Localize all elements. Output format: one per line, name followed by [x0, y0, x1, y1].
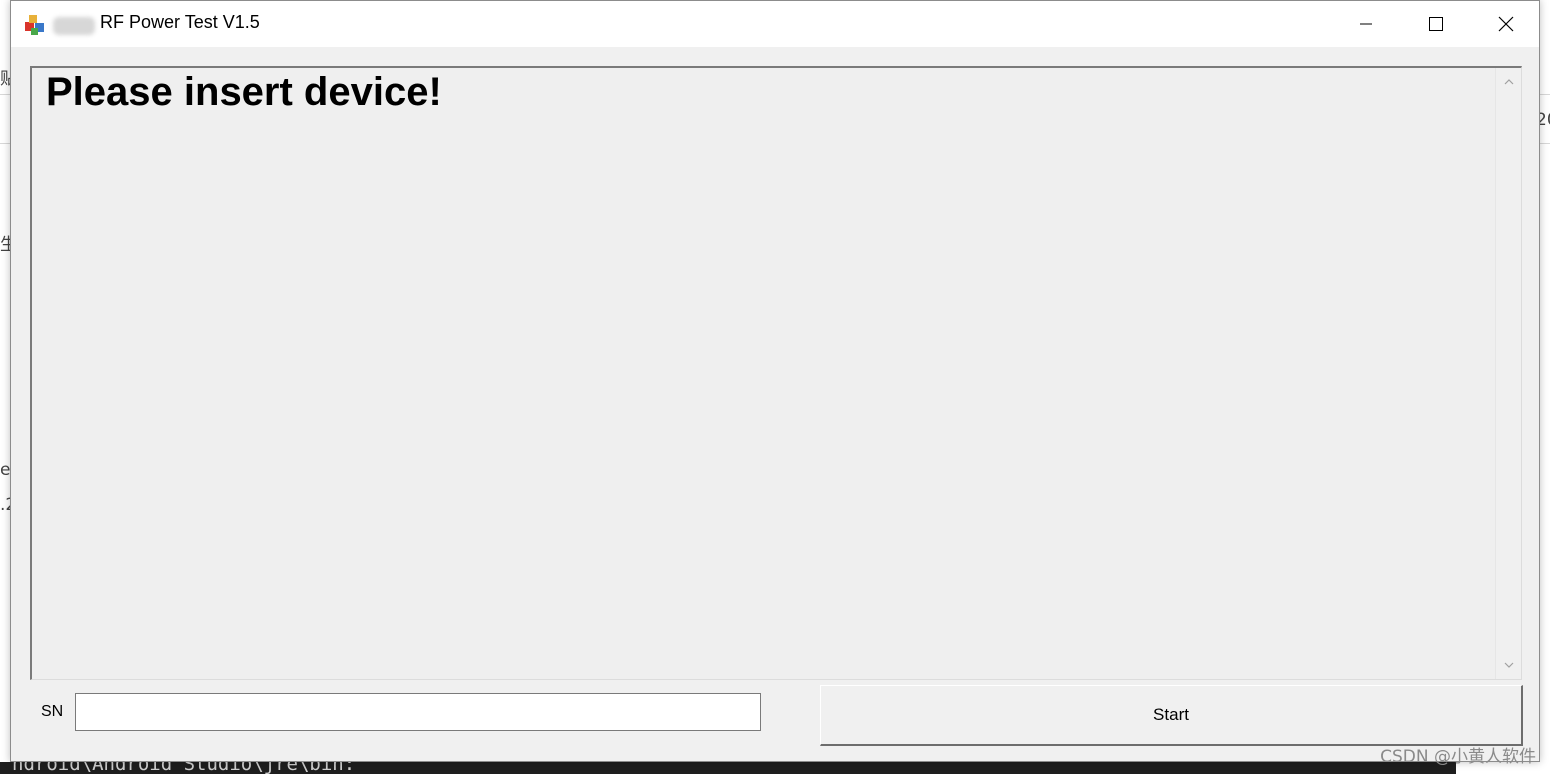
background-divider	[0, 143, 10, 144]
background-console: ndroid\Android Studio\jre\bin:	[0, 762, 1456, 774]
watermark: CSDN @小黄人软件	[1380, 747, 1536, 767]
status-message: Please insert device!	[46, 70, 442, 114]
vertical-scrollbar[interactable]	[1495, 68, 1521, 679]
close-icon	[1498, 16, 1514, 32]
minimize-icon	[1360, 23, 1372, 25]
title-bar[interactable]: RF Power Test V1.5	[11, 1, 1539, 47]
window-title: RF Power Test V1.5	[100, 12, 260, 32]
app-icon	[25, 15, 44, 35]
close-button[interactable]	[1471, 1, 1541, 47]
maximize-button[interactable]	[1401, 1, 1471, 47]
background-divider	[1540, 94, 1550, 95]
app-window: RF Power Test V1.5 Please insert device!	[10, 0, 1540, 762]
log-output-area[interactable]: Please insert device!	[30, 66, 1522, 680]
scroll-up-icon[interactable]	[1503, 76, 1515, 88]
maximize-icon	[1429, 17, 1443, 31]
scroll-down-icon[interactable]	[1503, 659, 1515, 671]
sn-input[interactable]	[75, 693, 761, 731]
redacted-title-prefix	[53, 17, 95, 35]
background-divider	[1540, 143, 1550, 144]
sn-label: SN	[41, 703, 64, 720]
background-fragment: e	[0, 460, 11, 480]
console-text: ndroid\Android Studio\jre\bin:	[12, 762, 356, 774]
minimize-button[interactable]	[1331, 1, 1401, 47]
background-divider	[0, 94, 10, 95]
start-button[interactable]: Start	[820, 685, 1523, 746]
